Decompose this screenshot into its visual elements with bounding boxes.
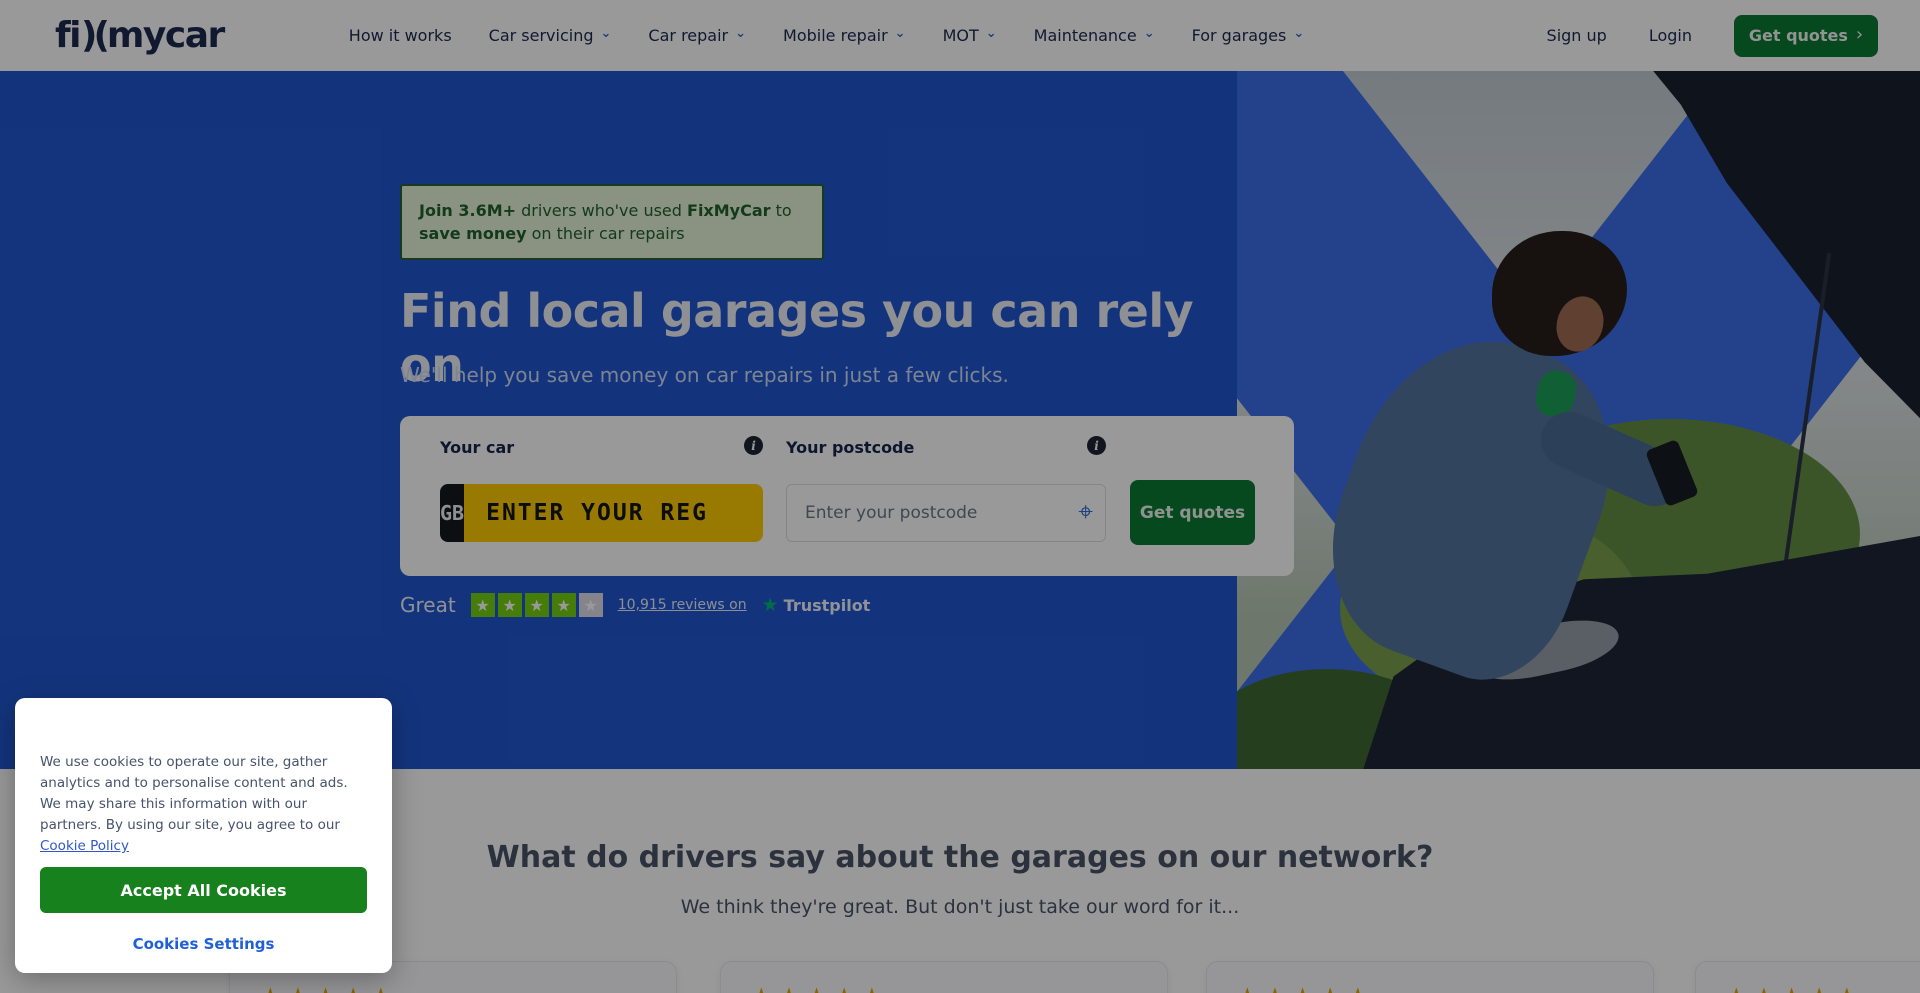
nav-item-label: Car repair — [648, 26, 728, 45]
badge-text-segment: Join 3.6M+ — [419, 201, 516, 220]
nav-item-how-it-works[interactable]: How it works — [349, 26, 452, 45]
car-info-icon[interactable]: i — [744, 436, 763, 455]
get-quotes-label: Get quotes — [1749, 26, 1848, 45]
gb-plate-badge: GB — [440, 484, 464, 542]
logo-x-mark: )( — [80, 15, 107, 56]
postcode-field: ⌖ — [786, 484, 1106, 542]
reviews-count-link[interactable]: 10,915 reviews on — [618, 597, 747, 613]
get-quotes-button-header[interactable]: Get quotes › — [1734, 15, 1878, 57]
nav-item-label: Car servicing — [489, 26, 594, 45]
cookie-policy-link[interactable]: Cookie Policy — [40, 838, 129, 854]
nav-item-label: Mobile repair — [783, 26, 888, 45]
logo-text-suffix: mycar — [107, 15, 224, 56]
trustpilot-star-empty: ★ — [579, 593, 603, 617]
your-postcode-label: Your postcode — [786, 438, 914, 457]
review-card: ★★★★★ — [720, 961, 1168, 993]
trustpilot-star-filled: ★ — [498, 593, 522, 617]
nav-item-label: How it works — [349, 26, 452, 45]
chevron-down-icon: ⌄ — [735, 26, 746, 41]
hero-section: Join 3.6M+ drivers who've used FixMyCar … — [0, 71, 1920, 769]
review-card-stars: ★★★★★ — [260, 984, 676, 993]
badge-text-segment: save money — [419, 224, 527, 243]
badge-text-segment: to — [771, 201, 792, 220]
top-navigation-bar: fi)(mycar How it worksCar servicing⌄Car … — [0, 0, 1920, 71]
review-card-stars: ★★★★★ — [751, 984, 1167, 993]
reg-plate-field[interactable]: GB — [440, 484, 763, 542]
chevron-down-icon: ⌄ — [601, 26, 612, 41]
chevron-right-icon: › — [1856, 24, 1863, 45]
review-card-stars: ★★★★★ — [1726, 984, 1920, 993]
accept-all-cookies-button[interactable]: Accept All Cookies — [40, 867, 367, 913]
login-link[interactable]: Login — [1649, 26, 1692, 45]
reg-input[interactable] — [464, 484, 763, 542]
nav-item-mobile-repair[interactable]: Mobile repair ⌄ — [783, 26, 906, 45]
nav-item-car-repair[interactable]: Car repair ⌄ — [648, 26, 746, 45]
badge-text-segment: on their car repairs — [527, 224, 685, 243]
nav-item-label: Maintenance — [1034, 26, 1137, 45]
trustpilot-stars: ★★★★★ — [471, 593, 603, 617]
drivers-count-badge: Join 3.6M+ drivers who've used FixMyCar … — [400, 184, 824, 260]
chevron-down-icon: ⌄ — [1144, 26, 1155, 41]
hero-photo — [1237, 71, 1920, 769]
nav-item-car-servicing[interactable]: Car servicing ⌄ — [489, 26, 612, 45]
chevron-down-icon: ⌄ — [986, 26, 997, 41]
nav-item-label: For garages — [1192, 26, 1287, 45]
hero-subtitle: We'll help you save money on car repairs… — [400, 363, 1009, 387]
trustpilot-star-icon: ★ — [762, 594, 779, 616]
cookie-message: We use cookies to operate our site, gath… — [40, 752, 367, 857]
cookie-message-text: We use cookies to operate our site, gath… — [40, 754, 348, 833]
trustpilot-brand-name: Trustpilot — [784, 596, 871, 615]
header-actions: Sign up Login Get quotes › — [1547, 15, 1878, 57]
trustpilot-rating-word: Great — [400, 593, 456, 617]
trustpilot-star-filled: ★ — [471, 593, 495, 617]
postcode-input[interactable] — [786, 484, 1106, 542]
main-nav: How it worksCar servicing⌄Car repair⌄Mob… — [349, 26, 1304, 45]
chevron-down-icon: ⌄ — [895, 26, 906, 41]
trustpilot-rating-row: Great ★★★★★ 10,915 reviews on ★ Trustpil… — [400, 593, 870, 617]
fixmycar-logo[interactable]: fi)(mycar — [55, 15, 224, 56]
trustpilot-star-filled: ★ — [525, 593, 549, 617]
your-car-label: Your car — [440, 438, 514, 457]
review-card: ★★★★★ — [1206, 961, 1654, 993]
quote-form-card: Your car i Your postcode i GB ⌖ Get quot… — [400, 416, 1294, 576]
nav-item-label: MOT — [943, 26, 979, 45]
cookies-settings-link[interactable]: Cookies Settings — [40, 935, 367, 953]
review-card: ★★★★★ — [1695, 961, 1920, 993]
trustpilot-star-filled: ★ — [552, 593, 576, 617]
trustpilot-logo: ★ Trustpilot — [762, 594, 871, 616]
review-card-stars: ★★★★★ — [1237, 984, 1653, 993]
signup-link[interactable]: Sign up — [1547, 26, 1607, 45]
nav-item-maintenance[interactable]: Maintenance ⌄ — [1034, 26, 1155, 45]
fixmycar-homepage: fi)(mycar How it worksCar servicing⌄Car … — [0, 0, 1920, 993]
chevron-down-icon: ⌄ — [1293, 26, 1304, 41]
nav-item-mot[interactable]: MOT ⌄ — [943, 26, 997, 45]
badge-text-segment: FixMyCar — [687, 201, 771, 220]
nav-item-for-garages[interactable]: For garages ⌄ — [1192, 26, 1305, 45]
postcode-info-icon[interactable]: i — [1087, 436, 1106, 455]
cookie-consent-modal: We use cookies to operate our site, gath… — [15, 698, 392, 973]
badge-text-segment: drivers who've used — [516, 201, 687, 220]
use-my-location-icon[interactable]: ⌖ — [1078, 499, 1093, 525]
logo-text-prefix: fi — [55, 15, 80, 56]
get-quotes-button-form[interactable]: Get quotes — [1130, 480, 1255, 545]
